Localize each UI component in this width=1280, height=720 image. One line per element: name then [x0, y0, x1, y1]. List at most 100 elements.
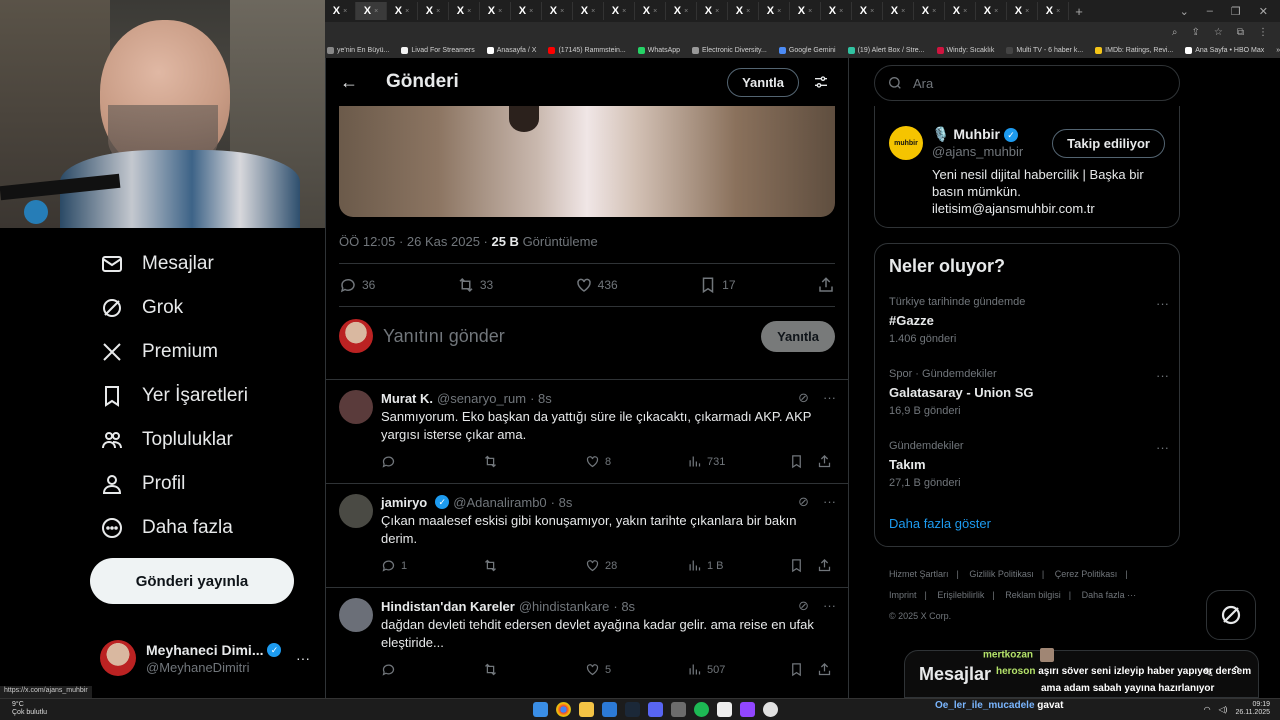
- share-action[interactable]: [817, 276, 835, 294]
- chrome-icon[interactable]: [556, 702, 571, 717]
- more-icon[interactable]: ···: [823, 598, 836, 614]
- like-action[interactable]: 5: [585, 662, 687, 677]
- bookmark-action[interactable]: [789, 454, 817, 469]
- share-action[interactable]: [817, 662, 832, 677]
- bookmark-item[interactable]: Multi TV - 6 haber k...: [1006, 46, 1083, 54]
- reply-time[interactable]: · 8s: [551, 495, 573, 510]
- spotify-icon[interactable]: [694, 702, 709, 717]
- bookmark-item[interactable]: ye'nin En Büyü...: [327, 46, 389, 54]
- footer-link[interactable]: Erişilebilirlik: [937, 590, 984, 600]
- reply-action[interactable]: [381, 662, 483, 677]
- obs-icon[interactable]: [763, 702, 778, 717]
- reply-author-name[interactable]: Hindistan'dan Kareler: [381, 599, 515, 614]
- reply-tweet[interactable]: Murat K. @senaryo_rum · 8s ⊘ ··· Sanmıyorum. …: [326, 379, 848, 483]
- wifi-icon[interactable]: ◠: [1204, 705, 1211, 714]
- sliders-icon[interactable]: [813, 74, 829, 90]
- file-explorer-icon[interactable]: [579, 702, 594, 717]
- browser-tab[interactable]: X ×: [759, 2, 790, 20]
- tab-close-icon[interactable]: ×: [870, 8, 874, 15]
- start-menu-icon[interactable]: [533, 702, 548, 717]
- browser-tab[interactable]: X ×: [821, 2, 852, 20]
- tab-close-icon[interactable]: ×: [653, 8, 657, 15]
- bookmark-item[interactable]: WhatsApp: [637, 46, 680, 54]
- tab-close-icon[interactable]: ×: [498, 8, 502, 15]
- tab-close-icon[interactable]: ×: [405, 8, 409, 15]
- trend-item[interactable]: Türkiye tarihinde gündemde #Gazze 1.406 …: [889, 296, 1169, 345]
- browser-tab[interactable]: X ×: [697, 2, 728, 20]
- reply-action[interactable]: 36: [339, 276, 375, 294]
- footer-link[interactable]: Imprint: [889, 590, 917, 600]
- footer-link[interactable]: Çerez Politikası: [1055, 569, 1118, 579]
- bookmark-item[interactable]: Livad For Streamers: [401, 46, 475, 54]
- tab-search-icon[interactable]: ⌄: [1180, 5, 1189, 18]
- bookmark-item[interactable]: Electronic Diversity...: [692, 46, 767, 54]
- reply-time[interactable]: · 8s: [530, 391, 552, 406]
- nav-profile[interactable]: Profil: [100, 472, 185, 496]
- close-icon[interactable]: ✕: [1259, 5, 1268, 18]
- reply-action[interactable]: 1: [381, 558, 483, 573]
- clock[interactable]: 09:19 26.11.2025: [1235, 701, 1270, 717]
- volume-icon[interactable]: ◁): [1219, 705, 1228, 714]
- browser-tab[interactable]: X ×: [945, 2, 976, 20]
- profile-name-text[interactable]: Muhbir: [953, 126, 1000, 142]
- trend-more-icon[interactable]: ···: [1156, 296, 1169, 311]
- nav-grok[interactable]: Grok: [100, 296, 183, 320]
- browser-tab[interactable]: X ×: [511, 2, 542, 20]
- profile-handle[interactable]: @ajans_muhbir: [932, 144, 1023, 159]
- reply-handle[interactable]: @hindistankare: [519, 599, 610, 614]
- reply-tweet[interactable]: jamiryo ✓ @Adanaliramb0 · 8s ⊘ ··· Çıkan maale…: [326, 483, 848, 587]
- star-icon[interactable]: ☆: [1214, 27, 1223, 38]
- browser-tab[interactable]: X ×: [883, 2, 914, 20]
- tab-close-icon[interactable]: ×: [436, 8, 440, 15]
- reply-input[interactable]: Yanıtını gönder: [383, 326, 761, 347]
- reply-avatar[interactable]: [339, 390, 373, 424]
- like-action[interactable]: 28: [585, 558, 687, 573]
- minimize-icon[interactable]: –: [1207, 5, 1213, 18]
- tab-close-icon[interactable]: ×: [932, 8, 936, 15]
- reply-tweet[interactable]: Hindistan'dan Kareler @hindistankare · 8s ⊘…: [326, 587, 848, 691]
- app-icon[interactable]: [740, 702, 755, 717]
- search-input[interactable]: Ara: [874, 65, 1180, 101]
- share-action[interactable]: [817, 454, 832, 469]
- reply-action[interactable]: [381, 454, 483, 469]
- tab-close-icon[interactable]: ×: [839, 8, 843, 15]
- weather-widget[interactable]: 9°C Çok bulutlu: [12, 701, 47, 717]
- reply-author-name[interactable]: Murat K.: [381, 391, 433, 406]
- repost-action[interactable]: 33: [457, 276, 493, 294]
- discord-icon[interactable]: [648, 702, 663, 717]
- like-action[interactable]: 436: [575, 276, 618, 294]
- tab-close-icon[interactable]: ×: [715, 8, 719, 15]
- footer-link[interactable]: Reklam bilgisi: [1005, 590, 1061, 600]
- reply-avatar[interactable]: [339, 494, 373, 528]
- more-icon[interactable]: ···: [823, 494, 836, 510]
- browser-tab[interactable]: X ×: [666, 2, 697, 20]
- browser-tab[interactable]: X ×: [790, 2, 821, 20]
- tab-close-icon[interactable]: ×: [994, 8, 998, 15]
- install-icon[interactable]: ⇪: [1192, 27, 1200, 38]
- footer-link[interactable]: Hizmet Şartları: [889, 569, 949, 579]
- views-action[interactable]: 731: [687, 454, 789, 469]
- show-more-link[interactable]: Daha fazla göster: [889, 516, 991, 531]
- bookmarks-overflow-icon[interactable]: »: [1276, 47, 1280, 54]
- tab-close-icon[interactable]: ×: [622, 8, 626, 15]
- tab-close-icon[interactable]: ×: [746, 8, 750, 15]
- tab-close-icon[interactable]: ×: [529, 8, 533, 15]
- browser-tab[interactable]: X ×: [635, 2, 666, 20]
- bookmark-item[interactable]: Google Gemini: [778, 46, 836, 54]
- trend-more-icon[interactable]: ···: [1156, 368, 1169, 383]
- browser-tab[interactable]: X ×: [418, 2, 449, 20]
- views-action[interactable]: 507: [687, 662, 789, 677]
- new-tab-button[interactable]: +: [1069, 4, 1089, 19]
- tab-close-icon[interactable]: ×: [963, 8, 967, 15]
- account-more-icon[interactable]: ···: [296, 650, 310, 666]
- browser-tab[interactable]: X ×: [387, 2, 418, 20]
- post-button[interactable]: Gönderi yayınla: [90, 558, 294, 604]
- grok-icon[interactable]: ⊘: [798, 598, 809, 614]
- trend-item[interactable]: Spor · Gündemdekiler Galatasaray - Union…: [889, 368, 1169, 417]
- browser-tab[interactable]: X ×: [356, 2, 387, 20]
- account-switcher[interactable]: Meyhaneci Dimi... ✓ @MeyhaneDimitri ···: [100, 628, 310, 688]
- browser-tab[interactable]: X ×: [852, 2, 883, 20]
- repost-action[interactable]: [483, 662, 585, 677]
- bookmark-item[interactable]: Anasayfa / X: [486, 46, 536, 54]
- reply-handle[interactable]: @Adanaliramb0: [453, 495, 546, 510]
